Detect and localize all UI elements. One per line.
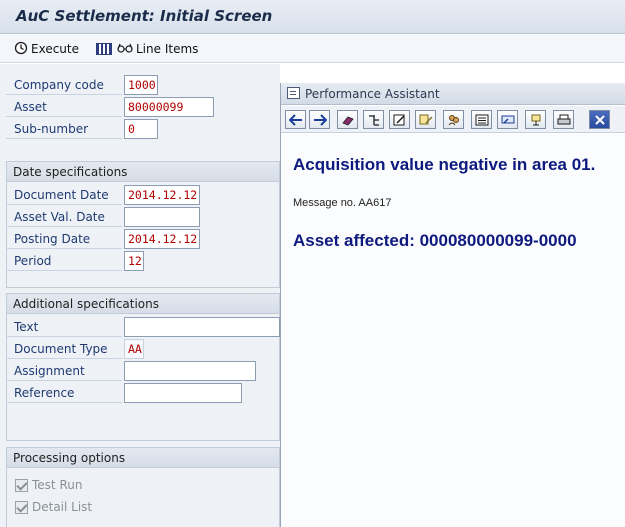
message-number: Message no. AA617 xyxy=(293,197,392,209)
line-items-label: Line Items xyxy=(136,42,199,56)
document-date-label: Document Date xyxy=(6,185,122,205)
execute-icon xyxy=(14,41,28,58)
edit-icon[interactable] xyxy=(389,110,410,129)
people-icon[interactable] xyxy=(443,110,464,129)
company-code-label: Company code xyxy=(6,75,122,95)
performance-assistant-content: Acquisition value negative in area 01. M… xyxy=(281,134,625,527)
detail-list-checkbox[interactable] xyxy=(15,500,28,514)
window-icon xyxy=(287,87,300,99)
performance-assistant-titlebar[interactable]: Performance Assistant xyxy=(281,83,625,105)
execute-button[interactable]: Execute xyxy=(14,40,79,58)
grid-icon xyxy=(96,43,112,55)
reference-label: Reference xyxy=(6,383,122,403)
processing-options-header: Processing options xyxy=(7,448,279,468)
performance-assistant-toolbar xyxy=(281,106,625,133)
document-type-label: Document Type xyxy=(6,339,122,359)
link-icon[interactable] xyxy=(497,110,518,129)
execute-label: Execute xyxy=(31,42,79,56)
date-specifications-header: Date specifications xyxy=(7,162,279,182)
asset-affected: Asset affected: 000080000099-0000 xyxy=(293,231,577,250)
notes-icon[interactable] xyxy=(415,110,436,129)
text-label: Text xyxy=(6,317,122,337)
page-title: AuC Settlement: Initial Screen xyxy=(16,7,273,25)
asset-input[interactable]: 80000099 xyxy=(124,97,214,117)
sub-number-input[interactable]: 0 xyxy=(124,119,158,139)
structure-icon[interactable] xyxy=(363,110,384,129)
test-run-label: Test Run xyxy=(32,478,83,492)
asset-val-date-input[interactable] xyxy=(124,207,200,227)
document-date-input[interactable]: 2014.12.12 xyxy=(124,185,200,205)
posting-date-label: Posting Date xyxy=(6,229,122,249)
error-message: Acquisition value negative in area 01. xyxy=(293,155,596,174)
processing-options-group: Processing options Test Run Detail List xyxy=(6,447,280,527)
additional-specifications-header: Additional specifications xyxy=(7,294,279,314)
text-input[interactable] xyxy=(124,317,280,337)
detail-list-label: Detail List xyxy=(32,500,93,514)
test-run-check[interactable]: Test Run xyxy=(15,476,82,494)
performance-assistant-window: Performance Assistant Acquisition value … xyxy=(280,83,625,527)
title-bar: AuC Settlement: Initial Screen xyxy=(0,0,625,34)
performance-assistant-title: Performance Assistant xyxy=(305,87,440,101)
detail-list-check[interactable]: Detail List xyxy=(15,498,92,516)
line-items-button[interactable]: Line Items xyxy=(96,40,198,58)
test-run-checkbox[interactable] xyxy=(15,478,28,492)
company-code-input[interactable]: 1000 xyxy=(124,75,158,95)
posting-date-input[interactable]: 2014.12.12 xyxy=(124,229,200,249)
close-icon[interactable] xyxy=(589,110,610,129)
sub-number-label: Sub-number xyxy=(6,119,122,139)
forward-arrow-icon[interactable] xyxy=(309,110,330,129)
asset-val-date-label: Asset Val. Date xyxy=(6,207,122,227)
list-icon[interactable] xyxy=(471,110,492,129)
print-icon[interactable] xyxy=(553,110,574,129)
assignment-input[interactable] xyxy=(124,361,256,381)
period-label: Period xyxy=(6,251,122,271)
asset-label: Asset xyxy=(6,97,122,117)
main-form: Company code 1000 Asset 80000099 Sub-num… xyxy=(0,64,280,527)
application-toolbar: Execute Line Items xyxy=(0,35,625,63)
assignment-label: Assignment xyxy=(6,361,122,381)
back-arrow-icon[interactable] xyxy=(285,110,306,129)
settings-icon[interactable] xyxy=(525,110,546,129)
glasses-icon xyxy=(117,42,133,57)
document-type-input[interactable]: AA xyxy=(124,339,144,359)
reference-input[interactable] xyxy=(124,383,242,403)
period-input[interactable]: 12 xyxy=(124,251,144,271)
book-icon[interactable] xyxy=(337,110,358,129)
